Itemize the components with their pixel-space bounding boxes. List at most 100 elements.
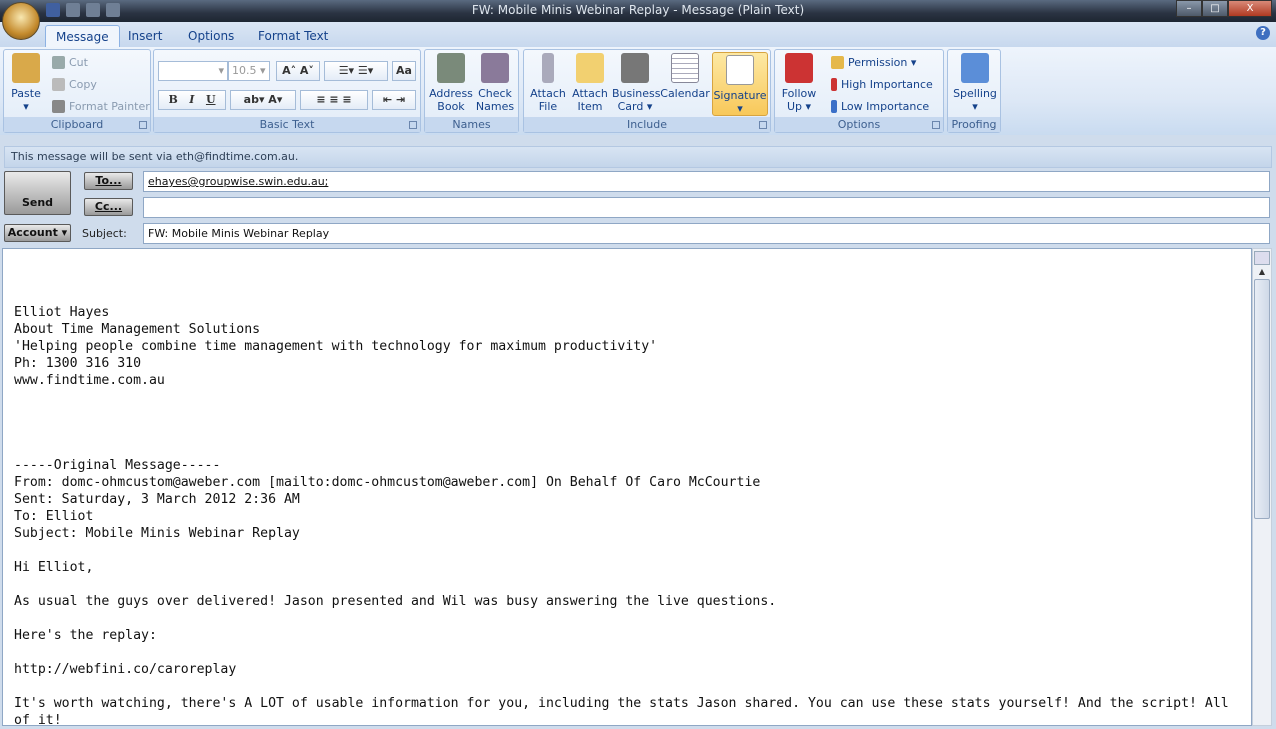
attach-file-button[interactable]: Attach File (528, 53, 568, 113)
cc-field[interactable] (143, 197, 1270, 218)
attach-item-button[interactable]: Attach Item (570, 53, 610, 113)
undo-icon[interactable] (66, 3, 80, 17)
calendar-button[interactable]: Calendar (660, 53, 710, 100)
tab-options[interactable]: Options (178, 25, 244, 47)
group-include: Attach File Attach Item Business Card ▾ Cal… (523, 49, 771, 133)
close-button[interactable]: X (1228, 0, 1272, 17)
paperclip-icon (542, 53, 554, 83)
cc-button[interactable]: Cc... (84, 198, 133, 216)
vertical-scrollbar[interactable]: ▲ (1252, 248, 1272, 726)
list-buttons[interactable]: ☰▾ ☰▾ (324, 61, 388, 81)
previous-icon[interactable] (106, 3, 120, 17)
scroll-split-icon[interactable] (1254, 251, 1270, 265)
underline-button[interactable]: U (206, 93, 216, 106)
label-line: Business (612, 87, 661, 100)
label-line: Up ▾ (786, 100, 812, 113)
highlight-font-color-buttons[interactable]: ab▾ A▾ (230, 90, 296, 110)
ribbon-tabs: Message Insert Options Format Text ? (0, 22, 1276, 47)
permission-icon (831, 56, 844, 69)
alignment-buttons[interactable]: ≡ ≡ ≡ (300, 90, 368, 110)
title-bar: FW: Mobile Minis Webinar Replay - Messag… (0, 0, 1276, 22)
spelling-check-icon (961, 53, 989, 83)
grow-shrink-font-buttons[interactable]: A˄ A˅ (276, 61, 320, 81)
dialog-launcher-icon[interactable] (932, 121, 940, 129)
minimize-button[interactable]: – (1176, 0, 1202, 17)
high-importance-button[interactable]: High Importance (831, 78, 933, 91)
font-name-select[interactable]: ▾ (158, 61, 228, 81)
to-field[interactable]: ehayes@groupwise.swin.edu.au; (143, 171, 1270, 192)
business-card-button[interactable]: Business Card ▾ (612, 53, 661, 113)
bold-button[interactable]: B (168, 93, 177, 106)
label-line: Item (577, 100, 603, 113)
tab-format-text[interactable]: Format Text (248, 25, 338, 47)
send-label: Send (21, 196, 54, 209)
account-button[interactable]: Account ▾ (4, 224, 71, 242)
group-options: Follow Up ▾ Permission ▾ High Importance … (774, 49, 944, 133)
cut-label: Cut (69, 56, 88, 69)
scrollbar-thumb[interactable] (1254, 279, 1270, 519)
calendar-label: Calendar (660, 87, 710, 100)
clear-formatting-button[interactable]: Aa (392, 61, 416, 81)
ribbon: Paste ▾ Cut Copy Format Painter Clipboard… (0, 47, 1276, 135)
group-label: Proofing (948, 117, 1000, 132)
subject-field[interactable]: FW: Mobile Minis Webinar Replay (143, 223, 1270, 244)
permission-button[interactable]: Permission ▾ (831, 56, 916, 69)
group-label: Include (524, 117, 770, 132)
paste-label: Paste (11, 87, 41, 100)
label-line: Address (429, 87, 473, 100)
dialog-launcher-icon[interactable] (139, 121, 147, 129)
cut-button[interactable]: Cut (52, 56, 88, 69)
to-button[interactable]: To... (84, 172, 133, 190)
label-line: Book (437, 100, 465, 113)
copy-icon (52, 78, 65, 91)
high-importance-label: High Importance (841, 78, 933, 91)
font-size-select[interactable]: 10.5 ▾ (228, 61, 270, 81)
group-proofing: Spelling ▾ Proofing (947, 49, 1001, 133)
signature-button[interactable]: Signature ▾ (712, 52, 768, 116)
address-book-button[interactable]: Address Book (428, 53, 474, 113)
message-body[interactable]: Elliot Hayes About Time Management Solut… (2, 248, 1252, 728)
copy-label: Copy (69, 78, 97, 91)
group-label: Basic Text (154, 117, 420, 132)
format-painter-label: Format Painter (69, 100, 150, 113)
low-importance-label: Low Importance (841, 100, 930, 113)
indent-buttons[interactable]: ⇤ ⇥ (372, 90, 416, 110)
group-label: Clipboard (4, 117, 150, 132)
check-names-button[interactable]: Check Names (473, 53, 517, 113)
brush-icon (52, 100, 65, 113)
italic-button[interactable]: I (189, 93, 194, 106)
quick-access-toolbar (46, 3, 120, 17)
business-card-icon (621, 53, 649, 83)
info-bar: This message will be sent via eth@findti… (4, 146, 1272, 168)
calendar-icon (671, 53, 699, 83)
group-clipboard: Paste ▾ Cut Copy Format Painter Clipboard (3, 49, 151, 133)
save-icon[interactable] (46, 3, 60, 17)
tab-insert[interactable]: Insert (118, 25, 172, 47)
maximize-button[interactable]: □ (1202, 0, 1228, 17)
label-line: Names (475, 100, 515, 113)
format-painter-button[interactable]: Format Painter (52, 100, 150, 113)
paste-button[interactable]: Paste ▾ (8, 53, 44, 113)
group-names: Address Book Check Names Names (424, 49, 519, 133)
label-line: Attach (530, 87, 566, 100)
spelling-button[interactable]: Spelling ▾ (950, 53, 1000, 113)
office-button[interactable] (2, 2, 40, 40)
group-basic-text: ▾ 10.5 ▾ A˄ A˅ ☰▾ ☰▾ Aa B I U ab▾ A▾ ≡ ≡… (153, 49, 421, 133)
tab-message[interactable]: Message (45, 25, 120, 47)
send-button[interactable]: Send (4, 171, 71, 215)
copy-button[interactable]: Copy (52, 78, 97, 91)
redo-icon[interactable] (86, 3, 100, 17)
dialog-launcher-icon[interactable] (759, 121, 767, 129)
label-line: Attach (572, 87, 608, 100)
down-arrow-icon (831, 100, 837, 113)
label-line: Check (478, 87, 512, 100)
follow-up-button[interactable]: Follow Up ▾ (777, 53, 821, 113)
bold-italic-underline[interactable]: B I U (158, 90, 226, 110)
dialog-launcher-icon[interactable] (409, 121, 417, 129)
label-line: Follow (781, 87, 817, 100)
help-icon[interactable]: ? (1256, 26, 1270, 40)
label-line: File (538, 100, 558, 113)
group-label: Options (775, 117, 943, 132)
low-importance-button[interactable]: Low Importance (831, 100, 929, 113)
font-size-value: 10.5 (232, 64, 257, 77)
